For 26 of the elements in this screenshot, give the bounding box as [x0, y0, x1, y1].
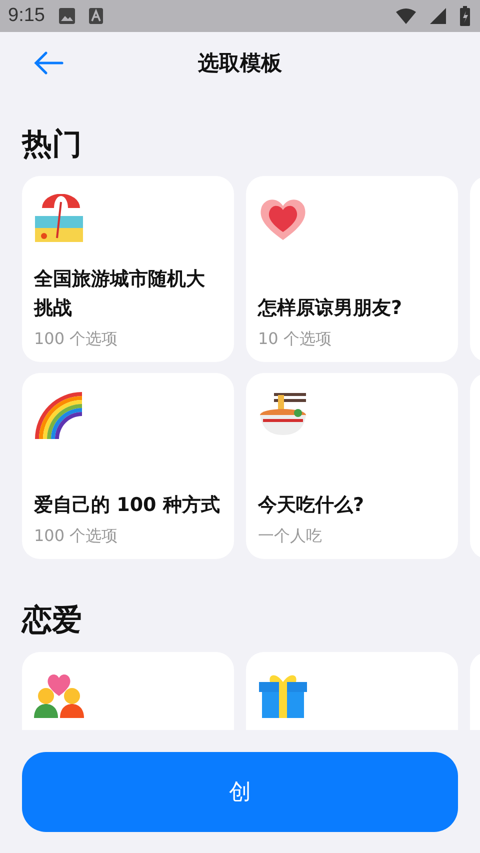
image-icon — [58, 8, 75, 24]
signal-icon — [430, 8, 446, 24]
back-arrow-icon — [34, 51, 64, 75]
status-time: 9:15 — [8, 5, 45, 27]
template-title: 全国旅游城市随机大挑战 — [34, 267, 206, 321]
wifi-icon — [396, 8, 416, 24]
create-button[interactable]: 创 — [22, 752, 458, 832]
template-title: 今天吃什么? — [258, 493, 366, 518]
page-title: 选取模板 — [198, 50, 282, 77]
template-subtitle: 100 个选项 — [34, 329, 119, 350]
template-title: 爱自己的 100 种方式 — [34, 493, 221, 518]
template-title: 怎样原谅男朋友? — [258, 296, 404, 321]
template-card[interactable]: 今天吃什么? 一个人吃 — [246, 373, 458, 559]
template-card[interactable]: 爱自己的 100 种方式 100 个选项 — [22, 373, 234, 559]
template-subtitle: 100 个选项 — [34, 526, 119, 547]
back-button[interactable] — [34, 49, 66, 77]
font-icon — [88, 8, 103, 24]
template-subtitle: 10 个选项 — [258, 329, 332, 350]
template-card[interactable]: 怎样原谅男朋友? 10 个选项 — [246, 176, 458, 362]
battery-icon — [460, 6, 470, 26]
beach-umbrella-icon — [34, 194, 84, 244]
section-title: 热门 — [20, 126, 83, 164]
rainbow-icon — [34, 391, 84, 441]
template-subtitle: 一个人吃 — [258, 526, 323, 547]
section-title: 恋爱 — [20, 602, 83, 640]
template-card[interactable]: 全国旅游城市随机大挑战 100 个选项 — [22, 176, 234, 362]
